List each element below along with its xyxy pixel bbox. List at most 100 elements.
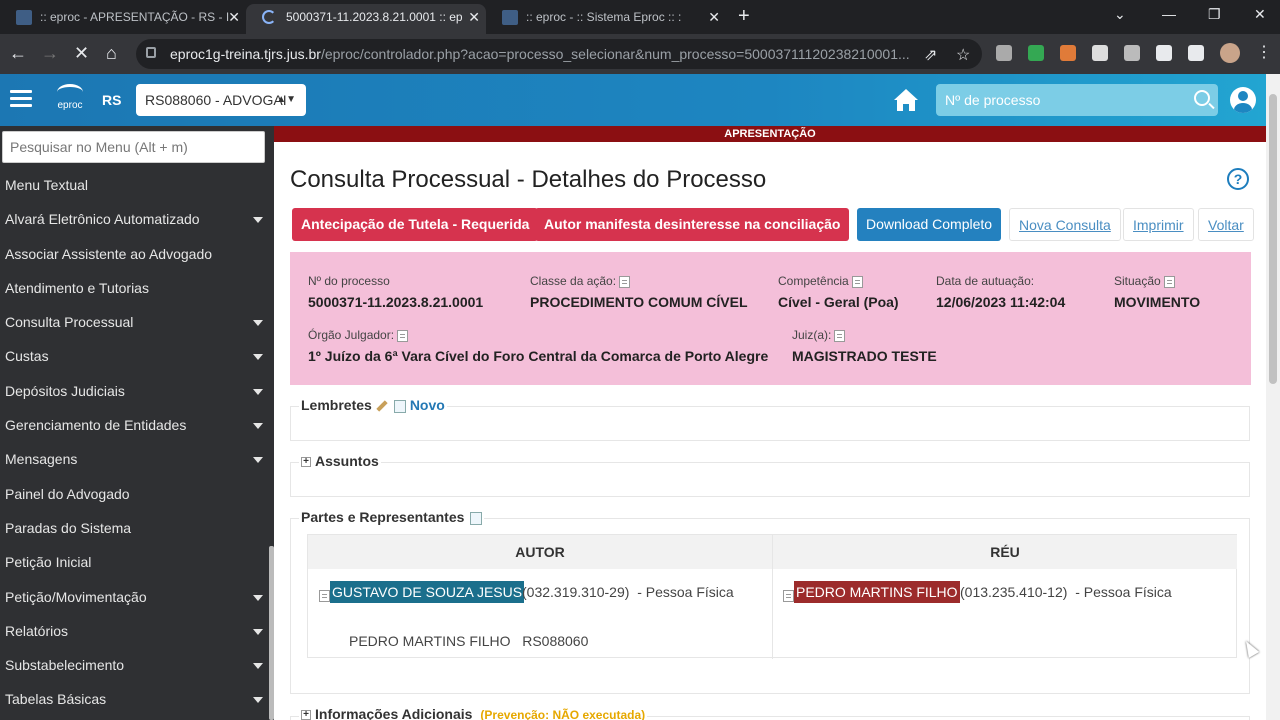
close-icon[interactable]: ✕ [708,4,720,30]
close-window-icon[interactable]: ✕ [1254,4,1266,24]
sidepanel-icon[interactable] [1188,45,1204,61]
search-icon[interactable] [1194,90,1210,106]
app-header: eproc RS RS088060 - ADVOGAI ▲▼ Nº de pro… [0,74,1280,126]
sidebar-item[interactable]: Custas [0,339,274,373]
info-doc-icon[interactable] [619,275,631,288]
user-profile-select[interactable]: RS088060 - ADVOGAI ▲▼ [136,84,306,116]
reminders-title: Lembretes Novo [299,397,447,413]
chevron-down-icon [253,388,263,395]
sidebar-item[interactable]: Relatórios [0,614,274,648]
forward-arrow-icon[interactable]: → [41,42,59,64]
tab-title: :: eproc - APRESENTAÇÃO - RS - I [40,10,230,24]
browser-tab-2[interactable]: 5000371-11.2023.8.21.0001 :: ep ✕ [246,4,486,34]
extension-icon[interactable] [996,45,1012,61]
browser-tabstrip: :: eproc - APRESENTAÇÃO - RS - I ✕ 50003… [0,0,1280,34]
new-tab-icon[interactable]: + [738,4,750,28]
party-doc-icon[interactable] [783,590,794,602]
author-document: (032.319.310-29) - Pessoa Física [522,584,734,600]
sidebar-item[interactable]: Associar Assistente ao Advogado [0,237,274,271]
info-doc-icon[interactable] [851,275,863,288]
sidebar-item[interactable]: Petição/Movimentação [0,580,274,614]
url-text: eproc1g-treina.tjrs.jus.br/eproc/control… [170,46,910,62]
profile-avatar[interactable] [1220,43,1240,63]
subjects-panel [290,462,1250,497]
back-button[interactable]: Voltar [1198,208,1254,241]
eproc-logo[interactable]: eproc [54,84,86,116]
author-lawyer[interactable]: PEDRO MARTINS FILHO RS088060 [349,633,588,649]
additional-info-title[interactable]: + Informações Adicionais (Prevenção: NÃO e… [299,706,648,720]
state-label: RS [102,92,122,108]
home-icon[interactable] [892,86,920,114]
expand-plus-icon[interactable]: + [301,710,311,720]
share-icon[interactable]: ⇗ [924,45,937,65]
drive-icon[interactable] [1028,45,1044,61]
print-button[interactable]: Imprimir [1123,208,1194,241]
puzzle-icon[interactable] [1156,45,1172,61]
menu-search-input[interactable]: Pesquisar no Menu (Alt + m) [2,131,265,163]
expand-plus-icon[interactable]: + [301,457,311,468]
info-doc-icon[interactable] [1163,275,1175,288]
prevention-status: (Prevenção: NÃO executada) [480,708,646,720]
address-bar[interactable]: eproc1g-treina.tjrs.jus.br/eproc/control… [136,39,982,69]
sidebar-item-label: Petição/Movimentação [5,588,147,605]
bookmark-star-icon[interactable]: ☆ [956,45,970,65]
parties-doc-icon[interactable] [470,511,483,525]
chevron-down-icon[interactable]: ⌄ [1114,4,1126,24]
sidebar-item[interactable]: Painel do Advogado [0,477,274,511]
close-icon[interactable]: ✕ [468,4,480,30]
sidebar-item-label: Mensagens [5,451,78,468]
close-icon[interactable]: ✕ [228,4,240,30]
sidebar-item[interactable]: Atendimento e Tutorias [0,271,274,305]
parties-table: AUTOR RÉU GUSTAVO DE SOUZA JESUS (032.31… [307,534,1237,659]
info-doc-icon[interactable] [834,329,846,342]
sidebar-item[interactable]: Petição Inicial [0,545,274,579]
site-info-icon[interactable] [146,47,156,58]
info-doc-icon[interactable] [397,329,409,342]
screenshot-icon[interactable] [1092,45,1108,61]
party-doc-icon[interactable] [319,590,330,602]
sidebar-item[interactable]: Consulta Processual [0,305,274,339]
author-name-link[interactable]: GUSTAVO DE SOUZA JESUS [330,581,525,603]
sidebar-item[interactable]: Paradas do Sistema [0,511,274,545]
sidebar-item[interactable]: Mensagens [0,442,274,476]
user-account-icon[interactable] [1230,87,1256,113]
updown-caret-icon: ▲▼ [276,94,296,105]
menu-list: Menu Textual Alvará Eletrônico Automatiza… [0,168,274,717]
browser-tab-1[interactable]: :: eproc - APRESENTAÇÃO - RS - I ✕ [0,4,246,34]
chevron-down-icon [253,628,263,635]
browser-tab-3[interactable]: :: eproc - :: Sistema Eproc :: : ✕ [486,4,726,34]
flag-tutela-button[interactable]: Antecipação de Tutela - Requerida [292,208,539,241]
sidebar-item-label: Relatórios [5,622,69,639]
sidebar-item[interactable]: Depósitos Judiciais [0,374,274,408]
defendant-name-link[interactable]: PEDRO MARTINS FILHO [794,581,960,603]
new-reminder-link[interactable]: Novo [410,397,445,413]
flag-conciliation-button[interactable]: Autor manifesta desinteresse na concilia… [535,208,850,241]
new-reminder-icon[interactable] [393,399,406,413]
scrollbar-thumb[interactable] [1269,94,1277,384]
new-query-button[interactable]: Nova Consulta [1009,208,1121,241]
sidebar-item-label: Petição Inicial [5,554,92,571]
extension-icon[interactable] [1060,45,1076,61]
page-scrollbar[interactable] [1266,74,1280,720]
subjects-title[interactable]: + Assuntos [299,453,381,469]
minimize-icon[interactable]: — [1162,4,1176,24]
sidebar-item[interactable]: Substabelecimento [0,648,274,682]
home-browser-icon[interactable]: ⌂ [106,42,117,64]
more-menu-icon[interactable]: ⋮ [1256,45,1272,61]
pencil-icon[interactable] [376,400,388,412]
sidebar-item[interactable]: Gerenciamento de Entidades [0,408,274,442]
sidebar-item[interactable]: Menu Textual [0,168,274,202]
extension-icon[interactable] [1124,45,1140,61]
sidebar-item-label: Gerenciamento de Entidades [5,417,187,434]
process-number-search-input[interactable]: Nº de processo [936,84,1218,116]
download-complete-button[interactable]: Download Completo [857,208,1002,241]
hamburger-menu-icon[interactable] [10,90,32,108]
sidebar-item[interactable]: Tabelas Básicas [0,682,274,716]
help-icon[interactable]: ? [1227,168,1249,190]
stop-loading-icon[interactable]: ✕ [74,42,89,64]
restore-icon[interactable]: ❐ [1208,4,1221,24]
back-arrow-icon[interactable]: ← [9,42,27,64]
sidebar-item[interactable]: Alvará Eletrônico Automatizado [0,202,274,236]
parties-title: Partes e Representantes [299,509,485,525]
status-field: Situação MOVIMENTO [1114,274,1201,310]
